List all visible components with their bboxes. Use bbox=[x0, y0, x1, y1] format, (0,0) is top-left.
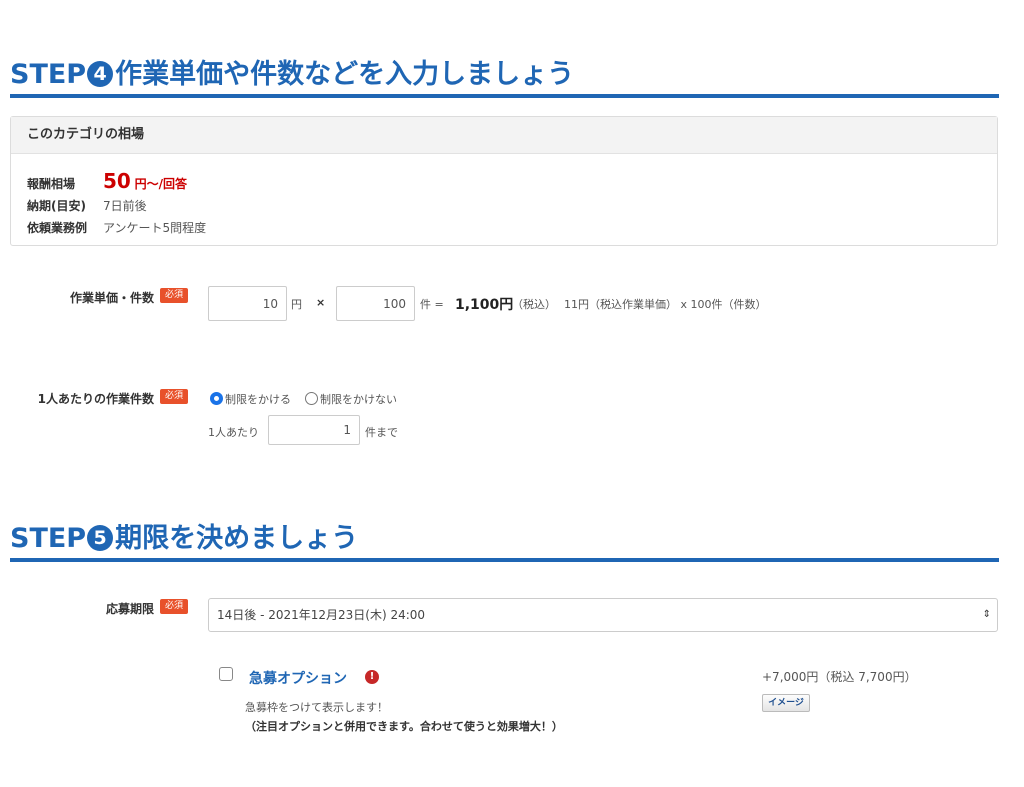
tax-included-note: （税込） bbox=[512, 298, 556, 311]
per-person-suffix: 件まで bbox=[365, 426, 398, 439]
price-breakdown: 11円（税込作業単価） x 100件（件数） bbox=[564, 298, 767, 311]
step4-heading: STEP 4 作業単価や件数などを入力しましょう bbox=[10, 58, 999, 98]
per-person-label: 1人あたりの作業件数 bbox=[37, 392, 154, 406]
market-rate-panel: このカテゴリの相場 報酬相場 50 円〜/回答 納期(目安) 7日前後 依頼業務例 ア… bbox=[10, 116, 998, 246]
select-chevron-icon: ⇕ bbox=[982, 609, 991, 620]
step5-prefix: STEP bbox=[10, 523, 87, 554]
market-panel-header: このカテゴリの相場 bbox=[11, 117, 997, 154]
radio-limit-label: 制限をかける bbox=[225, 393, 291, 406]
total-price: 1,100円 bbox=[455, 297, 514, 313]
step4-title: 作業単価や件数などを入力しましょう bbox=[115, 59, 575, 90]
example-task-value: アンケート5問程度 bbox=[103, 221, 207, 235]
urgent-option-note: （注目オプションと併用できます。合わせて使うと効果増大！） bbox=[245, 720, 563, 733]
deadline-selected-value: 14日後 - 2021年12月23日(木) 24:00 bbox=[217, 608, 426, 622]
radio-no-limit[interactable]: 制限をかけない bbox=[305, 391, 397, 407]
example-task-row: 依頼業務例 アンケート5問程度 bbox=[27, 219, 206, 236]
unit-price-label: 作業単価・件数 bbox=[69, 291, 154, 305]
deadline-estimate-value: 7日前後 bbox=[103, 199, 147, 213]
required-badge: 必須 bbox=[160, 288, 189, 303]
radio-limit[interactable]: 制限をかける bbox=[210, 391, 291, 407]
step5-number-badge: 5 bbox=[87, 525, 114, 551]
count-unit: 件 = bbox=[420, 298, 444, 311]
reward-label: 報酬相場 bbox=[27, 177, 76, 191]
urgent-option-checkbox[interactable] bbox=[219, 667, 233, 681]
step4-prefix: STEP bbox=[10, 59, 87, 90]
deadline-select[interactable]: 14日後 - 2021年12月23日(木) 24:00 ⇕ bbox=[208, 598, 998, 632]
radio-unchecked-icon[interactable] bbox=[305, 392, 318, 405]
reward-value: 50 bbox=[103, 169, 131, 193]
radio-no-limit-label: 制限をかけない bbox=[320, 393, 397, 406]
urgent-option-desc: 急募枠をつけて表示します！ bbox=[245, 701, 388, 714]
application-deadline-label: 応募期限 bbox=[105, 602, 154, 616]
step5-heading: STEP 5 期限を決めましょう bbox=[10, 522, 999, 562]
urgent-option-price: +7,000円（税込 7,700円） bbox=[762, 670, 917, 684]
deadline-estimate-row: 納期(目安) 7日前後 bbox=[27, 197, 147, 214]
unit-price-input[interactable] bbox=[208, 286, 287, 321]
reward-row: 報酬相場 50 円〜/回答 bbox=[27, 169, 187, 193]
urgent-option-title[interactable]: 急募オプション bbox=[249, 668, 347, 688]
per-person-count-input[interactable] bbox=[268, 415, 360, 445]
image-preview-button[interactable]: イメージ bbox=[762, 694, 810, 712]
step4-number-badge: 4 bbox=[87, 61, 114, 87]
alert-icon[interactable]: ! bbox=[365, 670, 379, 684]
step5-title: 期限を決めましょう bbox=[115, 523, 359, 554]
times-sign: × bbox=[316, 296, 326, 309]
reward-unit: 円〜/回答 bbox=[134, 177, 188, 191]
example-task-label: 依頼業務例 bbox=[27, 221, 88, 235]
count-input[interactable] bbox=[336, 286, 415, 321]
required-badge: 必須 bbox=[160, 389, 189, 404]
radio-checked-icon[interactable] bbox=[210, 392, 223, 405]
per-person-prefix: 1人あたり bbox=[208, 426, 259, 439]
yen-unit: 円 bbox=[291, 298, 302, 311]
required-badge: 必須 bbox=[160, 599, 189, 614]
deadline-estimate-label: 納期(目安) bbox=[27, 199, 86, 213]
